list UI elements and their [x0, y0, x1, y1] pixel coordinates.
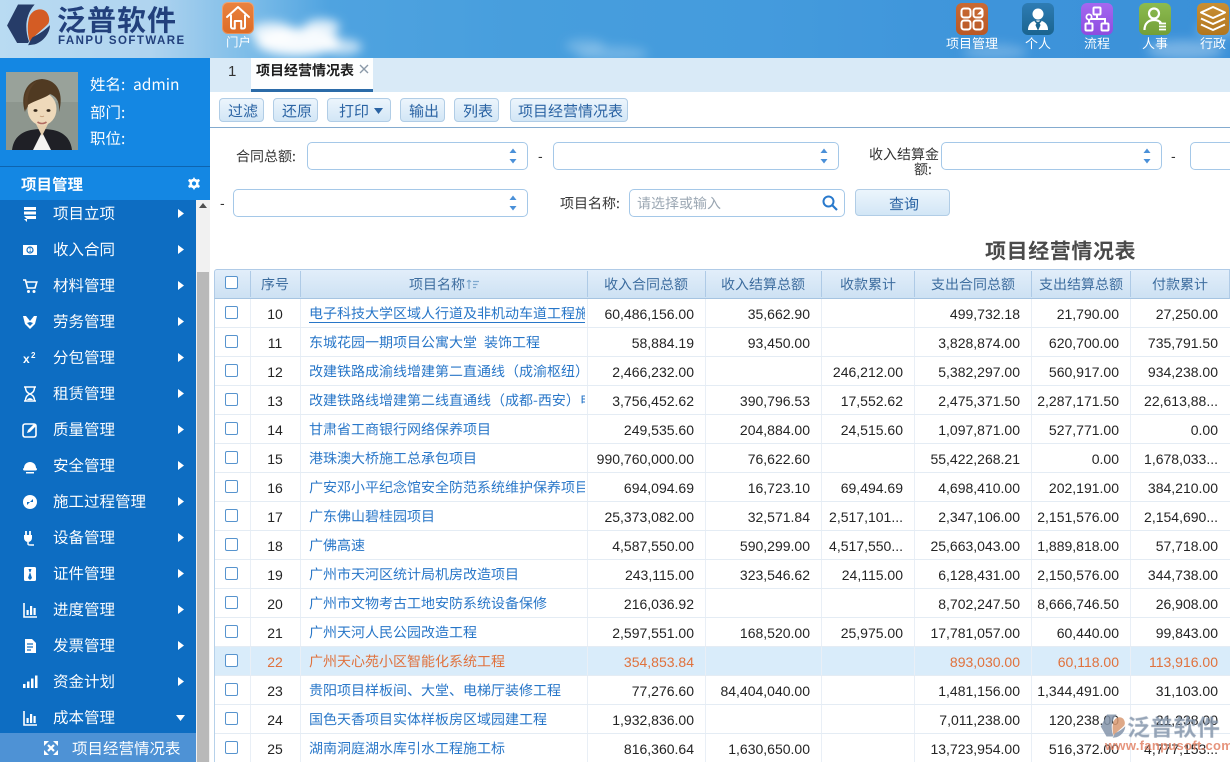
svg-text:x: x — [23, 352, 30, 366]
svg-text:2: 2 — [31, 351, 36, 360]
